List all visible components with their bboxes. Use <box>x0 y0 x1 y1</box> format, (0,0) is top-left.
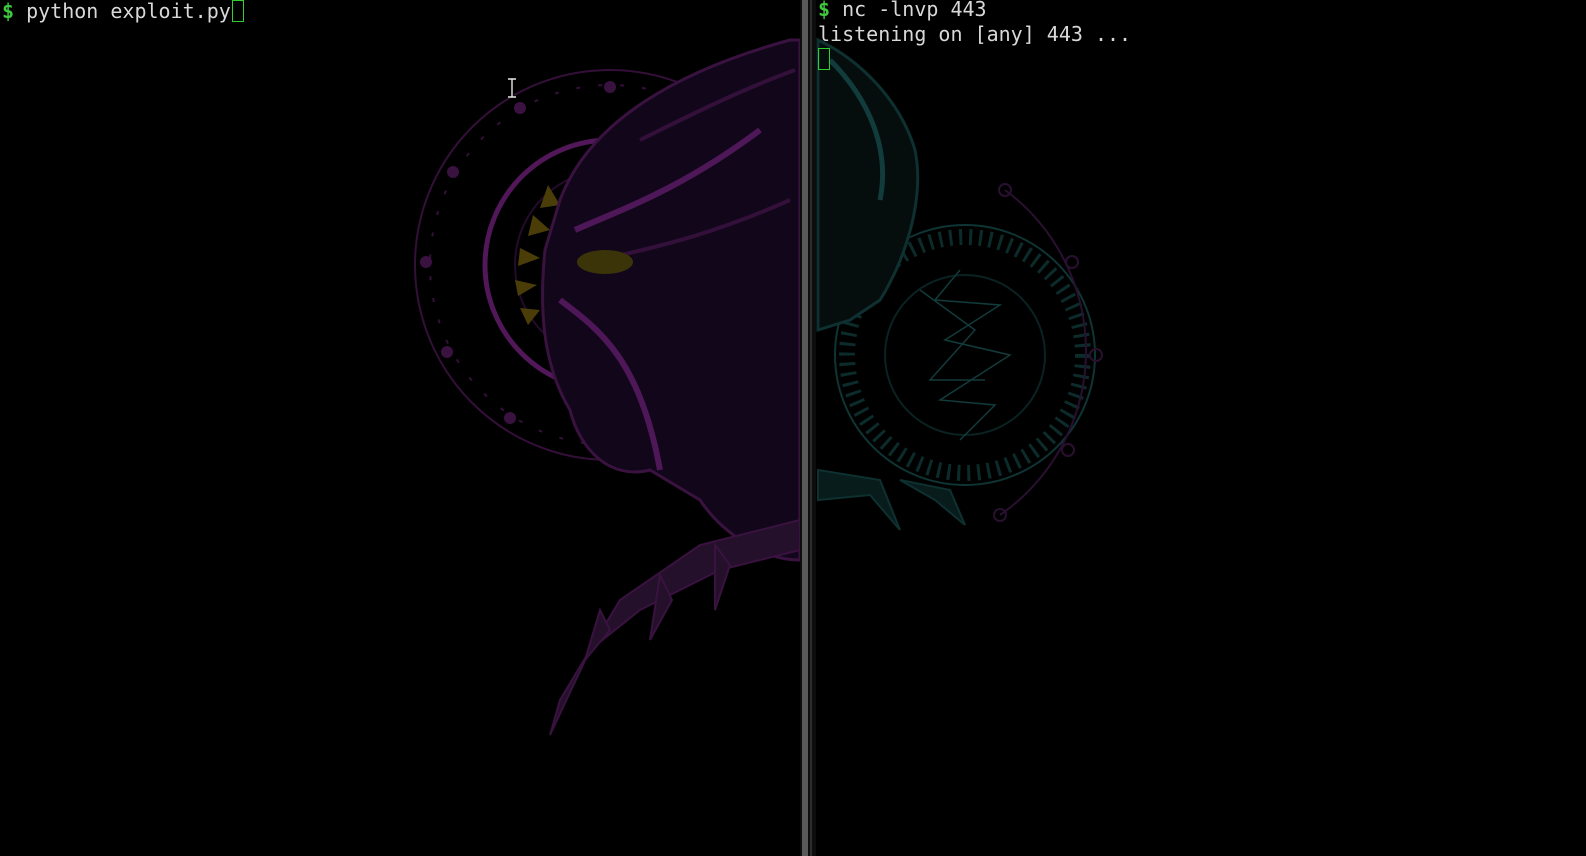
terminal-line <box>818 48 830 70</box>
terminal-pane-left[interactable]: $ python exploit.py <box>0 0 800 856</box>
text-ibeam-icon <box>508 78 516 98</box>
divider-handle[interactable] <box>802 0 808 856</box>
shell-prompt: $ <box>2 0 15 23</box>
terminal-line: $ nc -lnvp 443 <box>818 0 987 20</box>
divider-edge <box>810 0 812 856</box>
terminal-pane-right[interactable]: $ nc -lnvp 443 listening on [any] 443 ..… <box>816 0 1586 856</box>
command-text: nc -lnvp 443 <box>842 0 987 21</box>
pane-divider[interactable] <box>800 0 816 856</box>
text-cursor <box>818 48 830 70</box>
terminal-line: $ python exploit.py <box>2 0 244 22</box>
terminal-output: listening on [any] 443 ... <box>818 22 1132 46</box>
text-cursor <box>231 0 244 22</box>
shell-prompt: $ <box>818 0 831 21</box>
command-text: python exploit.py <box>26 0 231 23</box>
